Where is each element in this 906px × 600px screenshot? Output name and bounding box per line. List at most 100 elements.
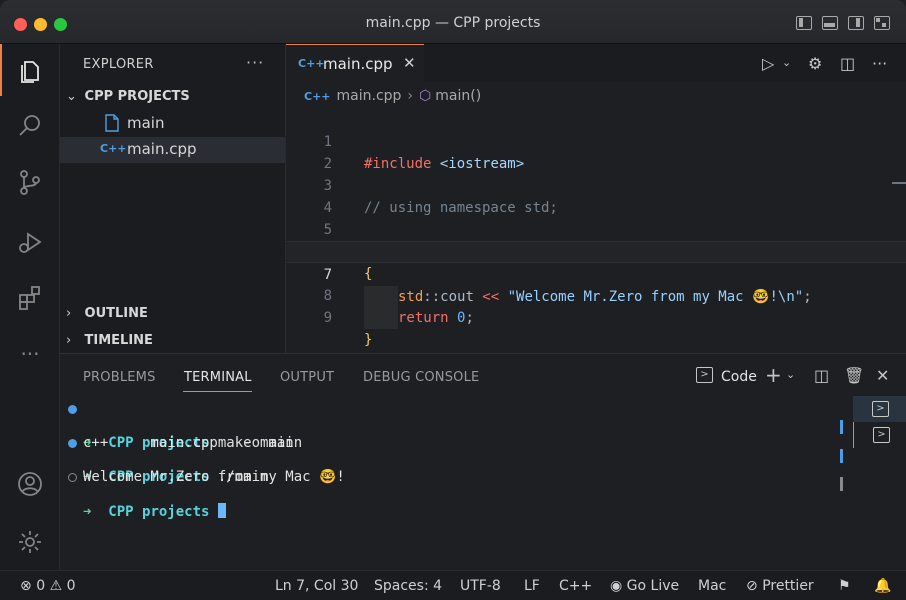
go-live-button[interactable]: ◉ Go Live xyxy=(610,578,679,594)
toggle-sidebar-icon[interactable] xyxy=(796,16,812,30)
breadcrumb-file[interactable]: main.cpp xyxy=(337,88,402,104)
terminal-line: Welcome Mr.Zero from my Mac 🤓! xyxy=(60,452,345,485)
feedback-icon[interactable]: ⚑ xyxy=(838,578,851,594)
code-line-4[interactable]: 4 xyxy=(286,175,906,216)
tab-terminal[interactable]: TERMINAL xyxy=(184,370,252,385)
explorer-sidebar: EXPLORER ··· ⌄ CPP PROJECTS main C++ mai… xyxy=(60,44,286,353)
terminal-instance-1[interactable]: > xyxy=(853,396,906,422)
code-line-2[interactable]: 2 xyxy=(286,131,906,172)
eol-status[interactable]: LF xyxy=(524,578,540,594)
tab-debug-console[interactable]: DEBUG CONSOLE xyxy=(363,370,479,385)
extensions-icon[interactable] xyxy=(16,284,44,312)
code-line-5[interactable]: 5 int main() xyxy=(286,197,906,260)
terminal-line: c++ main.cpp -o main xyxy=(60,418,302,451)
code-line-8[interactable]: 8 return 0; xyxy=(286,263,906,329)
indentation-status[interactable]: Spaces: 4 xyxy=(374,578,442,594)
customize-layout-icon[interactable] xyxy=(874,16,890,30)
code-line-9[interactable]: 9 } xyxy=(286,285,906,348)
code-line-7[interactable]: 7 std::cout << "Welcome Mr.Zero from my … xyxy=(286,241,906,308)
code-line-3[interactable]: 3 // using namespace std; xyxy=(286,153,906,216)
chevron-down-icon: ⌄ xyxy=(66,89,77,104)
project-folder-header[interactable]: ⌄ CPP PROJECTS xyxy=(66,89,190,104)
keyword-token: return xyxy=(398,310,449,326)
file-item-main-cpp[interactable]: C++ main.cpp xyxy=(60,137,285,163)
prettier-status[interactable]: ⊘ Prettier xyxy=(746,578,814,594)
close-panel-icon[interactable]: ✕ xyxy=(876,366,889,385)
trash-icon[interactable]: 🗑 xyxy=(844,366,864,385)
cpp-file-icon: C++ xyxy=(304,90,331,103)
run-icon[interactable]: ▷ xyxy=(762,54,774,73)
toggle-secondary-sidebar-icon[interactable] xyxy=(848,16,864,30)
new-terminal-icon[interactable]: + xyxy=(765,363,782,387)
chevron-down-icon[interactable]: ⌄ xyxy=(786,368,795,381)
tab-output[interactable]: OUTPUT xyxy=(280,370,334,385)
explorer-icon[interactable] xyxy=(16,56,44,84)
terminal-line: ➜ CPP projects xyxy=(60,469,226,520)
code-line-1[interactable]: 1 #include <iostream> xyxy=(286,109,906,172)
code-editor[interactable]: C++ main.cpp › ⬡ main() 1 #include <iostream… xyxy=(286,82,906,353)
source-control-icon[interactable] xyxy=(16,168,44,196)
title-bar: main.cpp — CPP projects xyxy=(0,0,906,44)
explorer-more-button[interactable]: ··· xyxy=(246,53,264,72)
output-text: c++ main.cpp -o main xyxy=(83,435,303,451)
close-tab-icon[interactable]: ✕ xyxy=(403,54,416,72)
toggle-panel-icon[interactable] xyxy=(822,16,838,30)
cpp-file-icon: C++ xyxy=(100,142,127,155)
scrollbar-thumb[interactable] xyxy=(840,477,843,491)
terminal-instance-2[interactable]: > xyxy=(853,422,906,448)
encoding-status[interactable]: UTF-8 xyxy=(460,578,501,594)
run-debug-icon[interactable] xyxy=(16,228,44,256)
error-count: 0 xyxy=(36,578,46,594)
more-actions-icon[interactable]: ··· xyxy=(872,54,887,73)
terminal-shell-icon[interactable]: > xyxy=(696,367,713,383)
terminal-icon: > xyxy=(872,401,889,417)
active-tab-underline xyxy=(183,391,252,392)
prompt-dir: CPP projects xyxy=(108,504,210,520)
explorer-title: EXPLORER xyxy=(83,57,154,72)
window-title: main.cpp — CPP projects xyxy=(365,15,541,31)
problems-status[interactable]: ⊗ 0 ⚠ 0 xyxy=(20,578,76,594)
double-check-icon: ⊘ xyxy=(746,578,758,594)
notifications-bell-icon[interactable]: 🔔 xyxy=(874,578,891,594)
output-text: Welcome Mr.Zero from my Mac 🤓! xyxy=(83,469,345,485)
tab-main-cpp[interactable]: C++ main.cpp ✕ xyxy=(286,44,424,82)
file-item-main[interactable]: main xyxy=(60,111,285,137)
cursor-position[interactable]: Ln 7, Col 30 xyxy=(275,578,358,594)
command-success-dot[interactable] xyxy=(68,439,77,448)
shell-label[interactable]: Code xyxy=(721,369,757,385)
split-editor-icon[interactable]: ◫ xyxy=(840,54,855,73)
timeline-label: TIMELINE xyxy=(84,333,153,348)
outline-section-header[interactable]: › OUTLINE xyxy=(66,306,148,321)
search-icon[interactable] xyxy=(16,112,44,140)
broadcast-icon: ◉ xyxy=(610,578,623,594)
editor-tabs-bar: C++ main.cpp ✕ ▷ ⌄ ⚙ ◫ ··· xyxy=(286,44,906,82)
cpp-file-icon: C++ xyxy=(298,57,325,70)
breadcrumb-symbol[interactable]: main() xyxy=(435,88,481,104)
command-pending-dot[interactable] xyxy=(68,473,77,482)
terminal-instance-list: > > xyxy=(853,396,906,448)
bottom-panel: PROBLEMS TERMINAL OUTPUT DEBUG CONSOLE >… xyxy=(60,353,906,570)
scrollbar-marker xyxy=(840,449,843,463)
mac-status[interactable]: Mac xyxy=(698,578,726,594)
breadcrumb: C++ main.cpp › ⬡ main() xyxy=(304,88,481,104)
terminal-line: ➜ CPP projects ./main xyxy=(60,435,268,485)
account-icon[interactable] xyxy=(16,470,44,498)
code-line-6[interactable]: 6 { xyxy=(286,219,906,282)
language-mode[interactable]: C++ xyxy=(559,578,592,594)
split-terminal-icon[interactable]: ◫ xyxy=(814,366,829,385)
more-icon[interactable]: ··· xyxy=(16,342,44,370)
method-cube-icon: ⬡ xyxy=(419,88,432,104)
command-success-dot[interactable] xyxy=(68,405,77,414)
brace-token: } xyxy=(364,332,373,348)
number-token: 0 xyxy=(448,310,466,326)
settings-gear-icon[interactable] xyxy=(16,528,44,556)
indent-guide xyxy=(364,307,398,329)
chevron-right-icon: › xyxy=(66,306,72,321)
gear-icon[interactable]: ⚙ xyxy=(808,54,822,73)
timeline-section-header[interactable]: › TIMELINE xyxy=(66,333,153,348)
tab-problems[interactable]: PROBLEMS xyxy=(83,370,156,385)
chevron-down-icon[interactable]: ⌄ xyxy=(782,56,791,69)
terminal-line: ➜ CPP projects make main xyxy=(60,401,294,451)
warning-count: 0 xyxy=(66,578,76,594)
warning-icon: ⚠ xyxy=(49,578,63,594)
